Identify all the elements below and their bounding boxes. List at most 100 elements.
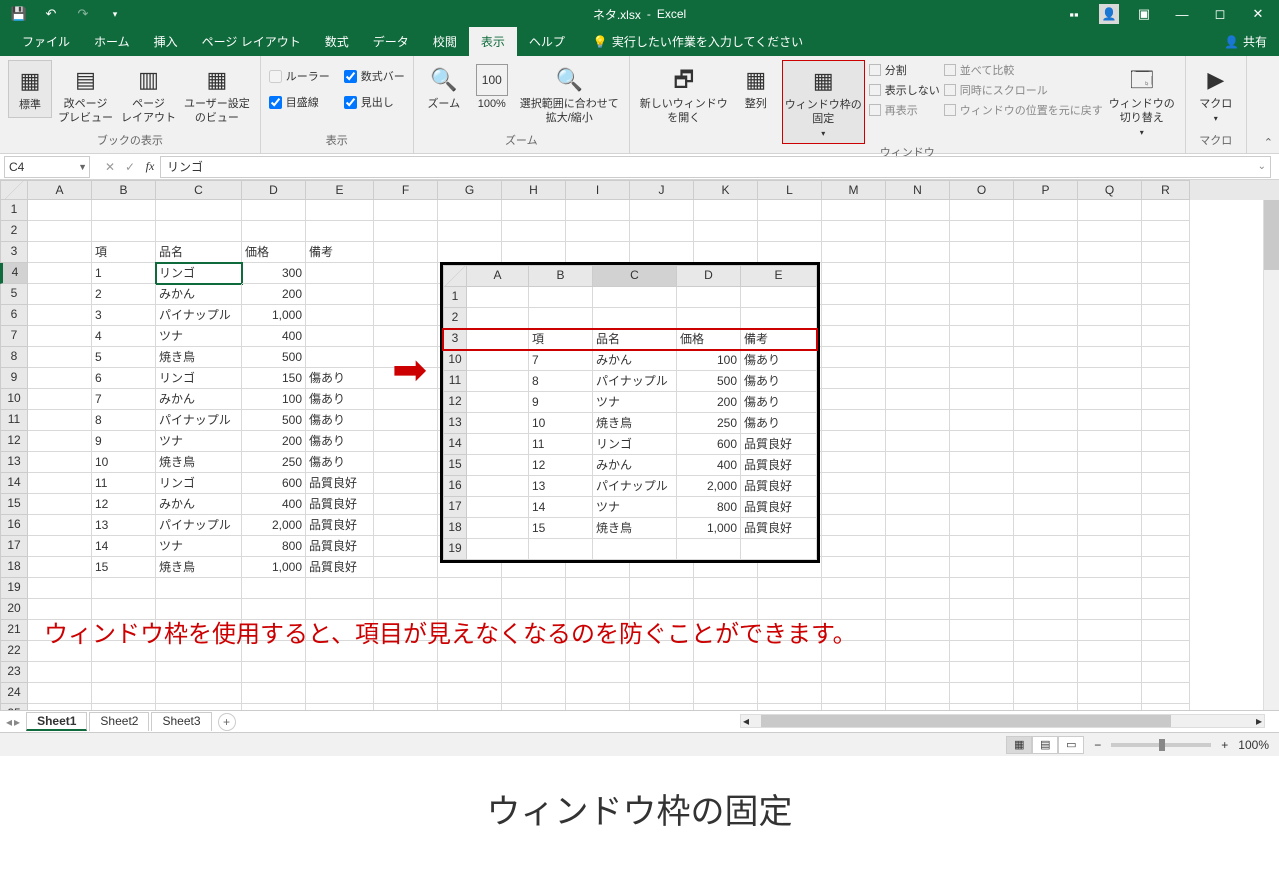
cell[interactable] (950, 620, 1014, 641)
cell[interactable]: 15 (92, 557, 156, 578)
cell[interactable] (306, 263, 374, 284)
cell[interactable] (1078, 242, 1142, 263)
column-header[interactable]: B (92, 180, 156, 200)
cell[interactable] (758, 683, 822, 704)
cell[interactable]: みかん (156, 389, 242, 410)
cell[interactable] (1014, 242, 1078, 263)
row-header[interactable]: 6 (0, 305, 28, 326)
cell[interactable] (374, 326, 438, 347)
cell[interactable] (886, 536, 950, 557)
zoom-out-button[interactable]: − (1094, 738, 1101, 752)
cell[interactable] (886, 431, 950, 452)
cell[interactable] (950, 326, 1014, 347)
name-box[interactable]: C4▼ (4, 156, 90, 178)
cell[interactable]: 12 (92, 494, 156, 515)
cell[interactable] (822, 263, 886, 284)
cell[interactable] (1142, 389, 1190, 410)
cell[interactable] (438, 578, 502, 599)
cell[interactable] (886, 662, 950, 683)
cell[interactable] (28, 662, 92, 683)
cell[interactable]: 11 (92, 473, 156, 494)
select-all-corner[interactable] (0, 180, 28, 200)
cell[interactable] (758, 662, 822, 683)
cell[interactable] (242, 683, 306, 704)
cell[interactable] (1078, 326, 1142, 347)
cell[interactable] (630, 683, 694, 704)
cell[interactable] (374, 263, 438, 284)
cell[interactable] (1078, 683, 1142, 704)
cell[interactable] (1014, 284, 1078, 305)
cell[interactable]: みかん (156, 494, 242, 515)
ribbon-tab[interactable]: ファイル (10, 27, 82, 56)
cell[interactable] (28, 536, 92, 557)
cell[interactable]: 300 (242, 263, 306, 284)
cell[interactable] (1014, 326, 1078, 347)
worksheet-grid[interactable]: ABCDEFGHIJKLMNOPQR 123項品名価格備考41リンゴ30052み… (0, 180, 1279, 710)
cell[interactable] (822, 452, 886, 473)
cell[interactable] (28, 578, 92, 599)
cell[interactable] (374, 200, 438, 221)
cell[interactable] (566, 200, 630, 221)
cell[interactable]: 500 (242, 410, 306, 431)
cell[interactable] (1142, 494, 1190, 515)
cell[interactable] (242, 578, 306, 599)
column-header[interactable]: J (630, 180, 694, 200)
cell[interactable]: 400 (242, 326, 306, 347)
cell[interactable] (1142, 557, 1190, 578)
cell[interactable]: 品質良好 (306, 494, 374, 515)
cell[interactable] (306, 347, 374, 368)
cell[interactable] (242, 662, 306, 683)
cell[interactable] (306, 221, 374, 242)
cell[interactable]: 400 (242, 494, 306, 515)
collapse-ribbon-icon[interactable]: ⌃ (1264, 136, 1273, 149)
cell[interactable] (630, 242, 694, 263)
cell[interactable] (1078, 641, 1142, 662)
cell[interactable] (886, 284, 950, 305)
cell[interactable] (156, 221, 242, 242)
cell[interactable] (950, 347, 1014, 368)
cell[interactable]: 価格 (242, 242, 306, 263)
ribbon-tab[interactable]: ヘルプ (517, 27, 577, 56)
cell[interactable] (1078, 368, 1142, 389)
cell[interactable] (950, 263, 1014, 284)
cell[interactable] (1078, 620, 1142, 641)
nav-prev-icon[interactable]: ◂ (6, 715, 12, 729)
cell[interactable] (1142, 410, 1190, 431)
row-header[interactable]: 10 (0, 389, 28, 410)
cell[interactable] (886, 494, 950, 515)
cell[interactable] (822, 557, 886, 578)
cell[interactable] (374, 284, 438, 305)
column-header[interactable]: M (822, 180, 886, 200)
cell[interactable] (1078, 515, 1142, 536)
split-button[interactable]: 分割 (869, 62, 940, 78)
row-header[interactable]: 24 (0, 683, 28, 704)
cell[interactable]: 14 (92, 536, 156, 557)
cell[interactable] (28, 410, 92, 431)
cell[interactable] (822, 494, 886, 515)
cell[interactable]: パイナップル (156, 305, 242, 326)
cell[interactable] (28, 263, 92, 284)
formula-bar-checkbox[interactable]: 数式バー (344, 68, 405, 84)
cell[interactable]: 13 (92, 515, 156, 536)
cell[interactable] (1078, 263, 1142, 284)
fx-icon[interactable]: fx (140, 159, 160, 174)
sheet-tab[interactable]: Sheet1 (26, 712, 87, 731)
cell[interactable]: 品質良好 (306, 515, 374, 536)
cell[interactable] (886, 200, 950, 221)
cell[interactable] (1142, 599, 1190, 620)
column-header[interactable]: N (886, 180, 950, 200)
cell[interactable] (1014, 578, 1078, 599)
column-header[interactable]: F (374, 180, 438, 200)
hide-button[interactable]: 表示しない (869, 82, 940, 98)
cell[interactable] (1142, 641, 1190, 662)
cell[interactable] (1014, 662, 1078, 683)
cell[interactable] (1142, 284, 1190, 305)
row-header[interactable]: 4 (0, 263, 28, 284)
cell[interactable] (1078, 200, 1142, 221)
avatar[interactable]: 👤 (1099, 4, 1119, 24)
zoom-button[interactable]: 🔍ズーム (422, 60, 466, 116)
cell[interactable]: 10 (92, 452, 156, 473)
cell[interactable] (822, 242, 886, 263)
cell[interactable] (1078, 599, 1142, 620)
cell[interactable] (886, 641, 950, 662)
